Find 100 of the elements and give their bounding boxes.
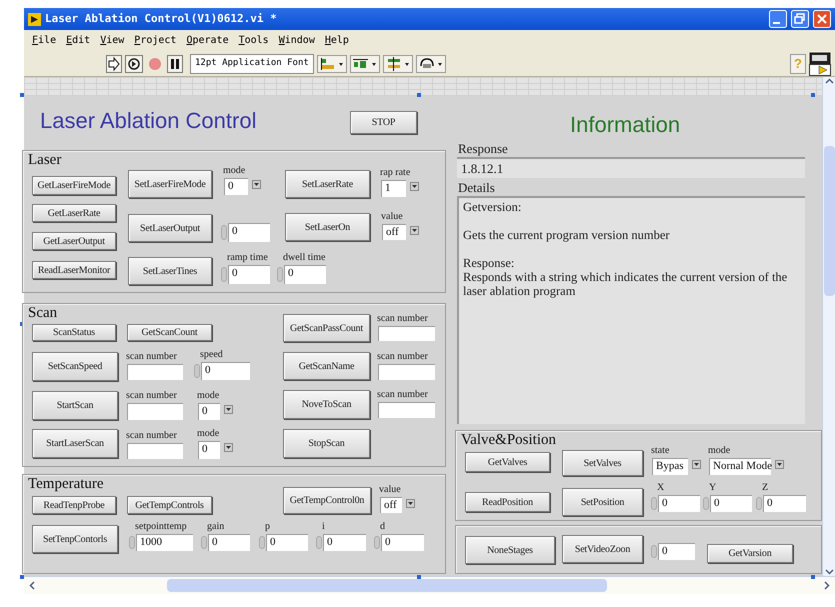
- text-field[interactable]: [127, 403, 183, 420]
- scroll-right-icon[interactable]: [822, 581, 831, 590]
- numeric-field[interactable]: 0: [658, 495, 700, 512]
- align-icon[interactable]: [317, 54, 347, 72]
- numeric-field[interactable]: 0: [323, 534, 366, 551]
- command-button[interactable]: SetLaserOutput: [128, 214, 212, 242]
- command-button[interactable]: SetLaserFireMode: [128, 170, 212, 198]
- distribute-icon[interactable]: [350, 54, 380, 72]
- dropdown-button[interactable]: [224, 405, 233, 414]
- increment-buttons[interactable]: [316, 536, 322, 549]
- text-field[interactable]: [378, 326, 435, 341]
- command-button[interactable]: SetLaserRate: [285, 170, 370, 198]
- ring-field[interactable]: off: [382, 224, 406, 240]
- menu-item[interactable]: Window: [278, 33, 315, 48]
- run-arrow-icon[interactable]: [106, 54, 122, 72]
- scroll-thumb[interactable]: [167, 579, 607, 592]
- dropdown-button[interactable]: [410, 226, 419, 235]
- command-button[interactable]: SetValves: [562, 450, 643, 476]
- numeric-field[interactable]: 0: [381, 534, 424, 551]
- menu-item[interactable]: Edit: [66, 33, 90, 48]
- ring-field[interactable]: Nornal Mode: [709, 458, 771, 475]
- command-button[interactable]: GetTempControl0n: [283, 487, 371, 514]
- ring-field[interactable]: off: [380, 497, 402, 513]
- command-button[interactable]: GetTempControls: [127, 496, 212, 514]
- stop-button[interactable]: STOP: [350, 111, 417, 134]
- command-button[interactable]: SetScanSpeed: [32, 352, 118, 381]
- increment-buttons[interactable]: [194, 364, 200, 378]
- command-button[interactable]: SetPosition: [562, 488, 643, 516]
- numeric-field[interactable]: 0: [658, 543, 695, 560]
- dropdown-button[interactable]: [775, 460, 784, 469]
- selection-handle[interactable]: [20, 93, 24, 97]
- close-button[interactable]: [813, 10, 831, 28]
- selection-handle[interactable]: [20, 575, 24, 579]
- command-button[interactable]: SetLaserOn: [285, 213, 370, 241]
- command-button[interactable]: GetLaserOutput: [32, 232, 116, 250]
- menu-item[interactable]: View: [100, 33, 124, 48]
- font-dropdown[interactable]: 12pt Application Font: [190, 54, 314, 74]
- ring-field[interactable]: 1: [381, 180, 406, 197]
- selection-handle[interactable]: [417, 575, 421, 579]
- menu-item[interactable]: Help: [324, 33, 349, 48]
- command-button[interactable]: GetLaserRate: [32, 204, 116, 222]
- numeric-field[interactable]: 0: [208, 534, 250, 551]
- command-button[interactable]: SetLaserTines: [128, 257, 212, 285]
- increment-buttons[interactable]: [703, 497, 709, 510]
- selection-handle[interactable]: [417, 93, 421, 97]
- increment-buttons[interactable]: [277, 267, 283, 282]
- numeric-field[interactable]: 0: [763, 495, 806, 512]
- menu-item[interactable]: File: [32, 33, 56, 48]
- ring-field[interactable]: 0: [198, 441, 220, 459]
- text-field[interactable]: [127, 443, 183, 459]
- increment-buttons[interactable]: [651, 497, 657, 510]
- command-button[interactable]: GetScanPassCount: [283, 314, 370, 342]
- command-button[interactable]: GetScanName: [283, 352, 370, 380]
- numeric-field[interactable]: 0: [201, 362, 250, 380]
- increment-buttons[interactable]: [756, 497, 762, 510]
- scroll-up-icon[interactable]: [824, 77, 834, 86]
- command-button[interactable]: NoveToScan: [283, 390, 370, 419]
- command-button[interactable]: GetVarsion: [707, 544, 793, 563]
- menu-item[interactable]: Project: [134, 33, 176, 48]
- increment-buttons[interactable]: [221, 267, 227, 282]
- numeric-field[interactable]: 0: [228, 265, 270, 284]
- command-button[interactable]: StartScan: [32, 391, 118, 420]
- numeric-field[interactable]: 1000: [136, 534, 193, 551]
- command-button[interactable]: GetValves: [465, 452, 550, 472]
- minimize-button[interactable]: [769, 10, 787, 28]
- selection-handle[interactable]: [811, 93, 815, 97]
- ring-field[interactable]: 0: [198, 403, 220, 420]
- command-button[interactable]: NoneStages: [465, 536, 555, 564]
- selection-handle[interactable]: [811, 575, 815, 579]
- command-button[interactable]: ReadLaserMonitor: [32, 261, 116, 279]
- command-button[interactable]: StartLaserScan: [32, 429, 118, 458]
- numeric-field[interactable]: 0: [284, 265, 326, 284]
- increment-buttons[interactable]: [201, 536, 207, 549]
- command-button[interactable]: SetVideoZoon: [562, 535, 643, 563]
- increment-buttons[interactable]: [259, 536, 265, 549]
- command-button[interactable]: GetScanCount: [127, 324, 212, 341]
- pause-icon[interactable]: [167, 54, 183, 72]
- text-field[interactable]: [378, 402, 435, 418]
- command-button[interactable]: StopScan: [283, 429, 370, 458]
- scroll-down-icon[interactable]: [824, 567, 834, 576]
- resize-icon[interactable]: [383, 54, 413, 72]
- reorder-icon[interactable]: [416, 54, 446, 72]
- menu-item[interactable]: Operate: [186, 33, 229, 48]
- restore-button[interactable]: [791, 10, 809, 28]
- dropdown-button[interactable]: [224, 443, 233, 452]
- increment-buttons[interactable]: [129, 536, 135, 549]
- text-field[interactable]: [378, 364, 435, 380]
- command-button[interactable]: SetTenpContorls: [32, 525, 118, 553]
- dropdown-button[interactable]: [406, 499, 415, 508]
- increment-buttons[interactable]: [374, 536, 380, 549]
- scroll-thumb[interactable]: [824, 146, 834, 296]
- increment-buttons[interactable]: [221, 225, 227, 240]
- numeric-field[interactable]: 0: [266, 534, 308, 551]
- menu-item[interactable]: Tools: [238, 33, 269, 48]
- command-button[interactable]: ReadTenpProbe: [32, 496, 116, 514]
- run-continuously-icon[interactable]: [125, 54, 143, 72]
- numeric-field[interactable]: 0: [228, 223, 270, 242]
- increment-buttons[interactable]: [651, 545, 657, 558]
- dropdown-button[interactable]: [252, 180, 261, 189]
- selection-handle[interactable]: [20, 322, 24, 326]
